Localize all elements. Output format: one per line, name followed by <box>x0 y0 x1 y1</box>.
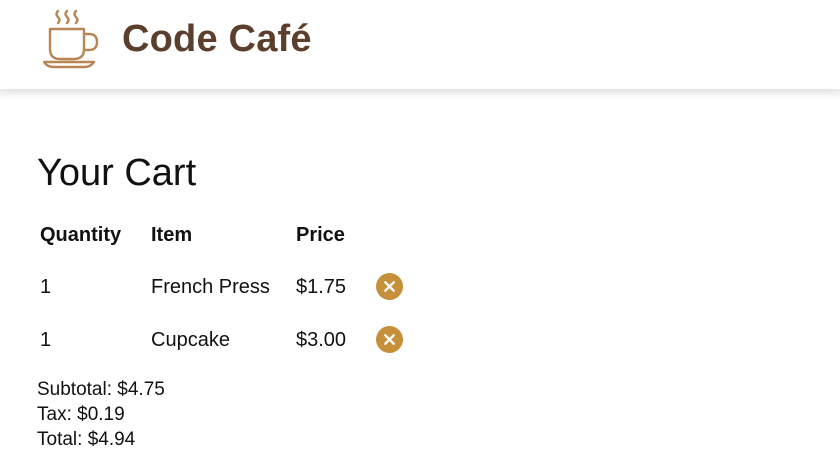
close-circle-icon <box>384 334 395 345</box>
row-quantity: 1 <box>40 276 52 298</box>
brand-name[interactable]: Code Café <box>122 16 312 62</box>
row-price: $1.75 <box>296 276 347 298</box>
table-row: 1 Cupcake $3.00 <box>0 320 840 360</box>
site-header: Code Café <box>0 0 840 89</box>
table-row: 1 French Press $1.75 <box>0 267 840 307</box>
header-shadow <box>0 89 840 99</box>
tax-text: Tax: $0.19 <box>37 404 125 425</box>
row-quantity: 1 <box>40 329 52 351</box>
close-circle-icon <box>384 281 395 292</box>
column-header-quantity: Quantity <box>40 224 122 246</box>
column-header-item: Item <box>151 224 193 246</box>
row-item: Cupcake <box>151 329 230 351</box>
coffee-cup-icon[interactable] <box>40 9 102 69</box>
remove-item-button[interactable] <box>376 326 403 353</box>
subtotal-text: Subtotal: $4.75 <box>37 379 165 400</box>
column-header-price: Price <box>296 224 345 246</box>
row-price: $3.00 <box>296 329 347 351</box>
total-text: Total: $4.94 <box>37 429 136 450</box>
row-item: French Press <box>151 276 270 298</box>
page-title: Your Cart <box>37 152 197 194</box>
remove-item-button[interactable] <box>376 273 403 300</box>
